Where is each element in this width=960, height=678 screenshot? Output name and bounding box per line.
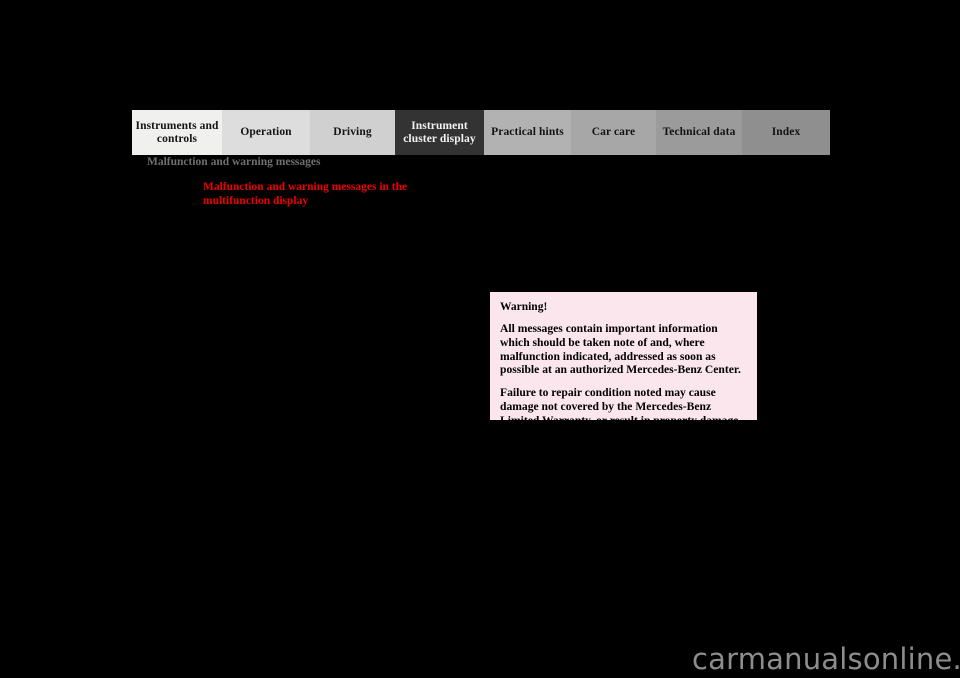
warning-paragraph-2: Failure to repair condition noted may ca… (500, 386, 739, 441)
tab-instruments-and-controls[interactable]: Instruments and controls (132, 110, 222, 155)
site-watermark: carmanualsonline.info (692, 642, 960, 676)
subsection-heading: Malfunction and warning messages in the … (203, 181, 408, 207)
tab-label: Index (771, 126, 801, 138)
tab-practical-hints[interactable]: Practical hints (484, 110, 571, 155)
tab-driving[interactable]: Driving (310, 110, 395, 155)
tab-label: Technical data (662, 126, 736, 138)
tab-technical-data[interactable]: Technical data (656, 110, 742, 155)
warning-title: Warning! (500, 301, 548, 313)
section-heading: Malfunction and warning messages (147, 156, 321, 168)
warning-callout: Warning! All messages contain important … (490, 292, 757, 441)
tab-label: Instruments and controls (135, 119, 219, 145)
tab-operation[interactable]: Operation (222, 110, 310, 155)
tab-label: Operation (240, 126, 292, 138)
warning-paragraph-1: All messages contain important informati… (500, 322, 741, 377)
tab-label: Driving (333, 126, 372, 138)
tab-instrument-cluster-display[interactable]: Instrument cluster display (395, 110, 484, 155)
chapter-tab-bar: Instruments and controls Operation Drivi… (132, 110, 830, 155)
tab-car-care[interactable]: Car care (571, 110, 656, 155)
tab-label: Car care (591, 126, 636, 138)
tab-label: Practical hints (491, 126, 564, 138)
manual-page: Instruments and controls Operation Drivi… (0, 0, 960, 678)
tab-label: Instrument cluster display (403, 119, 476, 145)
tab-index[interactable]: Index (742, 110, 830, 155)
